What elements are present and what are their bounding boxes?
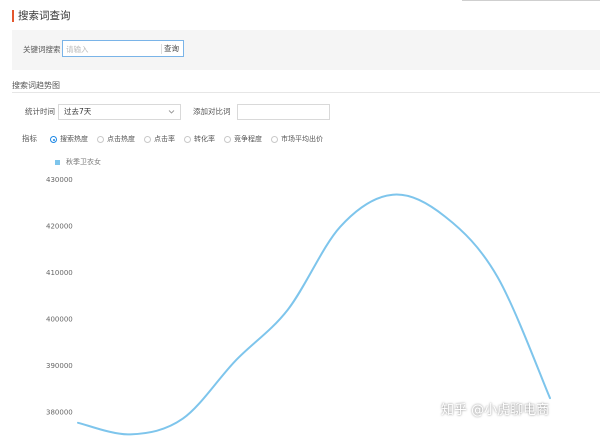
y-tick-label: 430000 xyxy=(46,176,73,184)
data-point[interactable] xyxy=(285,307,291,313)
metric-option-click-rate[interactable]: 点击率 xyxy=(144,135,175,144)
keyword-search-input[interactable] xyxy=(66,43,156,55)
data-point[interactable] xyxy=(547,395,553,401)
chevron-down-icon xyxy=(168,110,175,114)
metric-option-label: 竞争程度 xyxy=(234,135,262,143)
keyword-search-label: 关键词搜索 xyxy=(23,45,61,54)
legend-swatch xyxy=(55,160,60,165)
series-line xyxy=(77,193,551,436)
y-tick-label: 380000 xyxy=(46,409,73,417)
keyword-search-box: 查询 xyxy=(62,40,184,57)
metric-option-label: 转化率 xyxy=(194,135,215,143)
y-tick-label: 420000 xyxy=(46,222,73,230)
search-divider xyxy=(161,44,162,54)
radio-icon xyxy=(50,136,57,143)
metric-option-label: 点击率 xyxy=(154,135,175,143)
data-point[interactable] xyxy=(442,214,448,220)
metric-option-label: 点击热度 xyxy=(107,135,135,143)
metric-option-label: 市场平均出价 xyxy=(281,135,323,143)
query-button[interactable]: 查询 xyxy=(164,43,179,55)
chart-legend[interactable]: 秋季卫衣女 xyxy=(55,158,101,167)
metric-label: 指标 xyxy=(22,134,37,143)
metric-option-avg-bid[interactable]: 市场平均出价 xyxy=(271,135,323,144)
period-select[interactable]: 过去7天 xyxy=(58,104,181,120)
metric-option-competition[interactable]: 竞争程度 xyxy=(224,135,262,144)
period-label: 统计时间 xyxy=(25,107,55,116)
top-divider xyxy=(462,0,600,1)
data-point[interactable] xyxy=(127,431,133,437)
data-point[interactable] xyxy=(232,358,238,364)
metric-option-label: 搜索热度 xyxy=(60,135,88,143)
period-select-value: 过去7天 xyxy=(64,107,92,116)
metric-option-search-heat[interactable]: 搜索热度 xyxy=(50,135,88,144)
data-point[interactable] xyxy=(75,420,81,426)
radio-icon xyxy=(144,136,151,143)
compare-label: 添加对比词 xyxy=(193,107,231,116)
page-header: 搜索词查询 xyxy=(12,9,71,23)
y-tick-label: 400000 xyxy=(46,315,73,323)
data-point[interactable] xyxy=(180,416,186,422)
data-point[interactable] xyxy=(337,224,343,230)
trend-line-chart: 380000 390000 400000 410000 420000 430000 xyxy=(46,176,553,437)
data-point[interactable] xyxy=(390,192,396,198)
keyword-search-panel: 关键词搜索 查询 xyxy=(12,30,600,70)
radio-icon xyxy=(184,136,191,143)
section-divider xyxy=(12,92,600,93)
radio-icon xyxy=(97,136,104,143)
compare-word-input[interactable] xyxy=(237,104,330,120)
radio-icon xyxy=(271,136,278,143)
metric-radio-group: 搜索热度 点击热度 点击率 转化率 竞争程度 市场平均出价 xyxy=(50,135,332,144)
title-accent-bar xyxy=(12,10,14,22)
metric-option-click-heat[interactable]: 点击热度 xyxy=(97,135,135,144)
trend-section-title: 搜索词趋势图 xyxy=(12,81,60,90)
data-point[interactable] xyxy=(495,274,501,280)
y-tick-label: 410000 xyxy=(46,269,73,277)
watermark: 知乎 @小虎聊电商 xyxy=(441,403,550,418)
page-title: 搜索词查询 xyxy=(18,10,71,22)
legend-label: 秋季卫衣女 xyxy=(66,158,101,166)
y-tick-label: 390000 xyxy=(46,362,73,370)
radio-icon xyxy=(224,136,231,143)
metric-option-conversion-rate[interactable]: 转化率 xyxy=(184,135,215,144)
